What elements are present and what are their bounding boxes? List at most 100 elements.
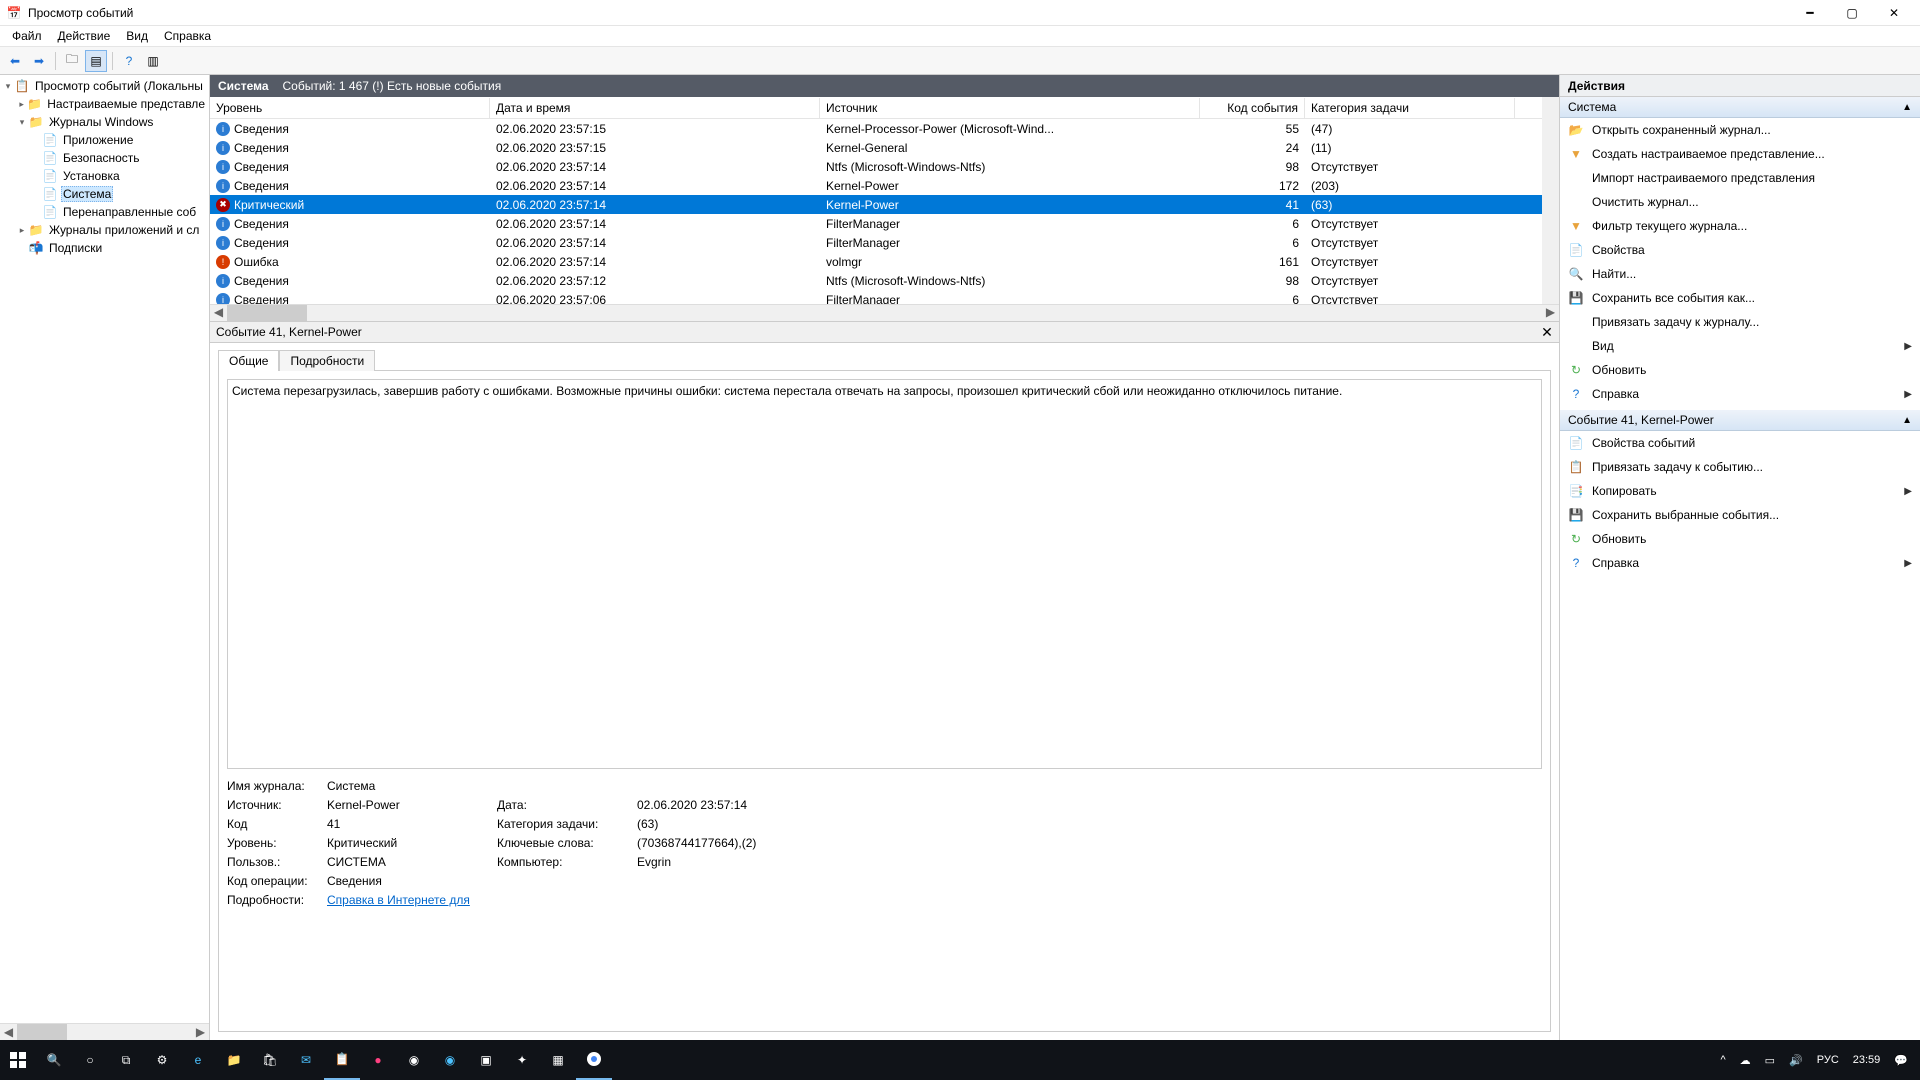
action-item[interactable]: ▼Фильтр текущего журнала... [1560, 214, 1920, 238]
show-tree-button[interactable]: 🗀 [61, 50, 83, 72]
tree-forwarded[interactable]: 📄Перенаправленные соб [2, 203, 207, 221]
table-hscroll[interactable]: ◀▶ [210, 304, 1559, 321]
table-row[interactable]: iСведения02.06.2020 23:57:14Kernel-Power… [210, 176, 1542, 195]
tray-battery[interactable]: ▭ [1759, 1040, 1781, 1080]
expand-icon[interactable]: ▾ [2, 81, 14, 92]
action-item[interactable]: ↻Обновить [1560, 527, 1920, 551]
tree-subscriptions[interactable]: 📬Подписки [2, 239, 207, 257]
tray-notifications[interactable]: 💬 [1888, 1040, 1914, 1080]
tray-volume[interactable]: 🔊 [1783, 1040, 1809, 1080]
action-item[interactable]: Вид▶ [1560, 334, 1920, 358]
tree-windows-logs[interactable]: ▾📁Журналы Windows [2, 113, 207, 131]
action-item[interactable]: 📄Свойства событий [1560, 431, 1920, 455]
action-item[interactable]: 📂Открыть сохраненный журнал... [1560, 118, 1920, 142]
expand-icon[interactable]: ▸ [16, 99, 27, 110]
actions-group-event[interactable]: Событие 41, Kernel-Power▲ [1560, 410, 1920, 431]
tree-security[interactable]: 📄Безопасность [2, 149, 207, 167]
tree-custom-views[interactable]: ▸📁Настраиваемые представле [2, 95, 207, 113]
action-item[interactable]: 🔍Найти... [1560, 262, 1920, 286]
event-rows[interactable]: iСведения02.06.2020 23:57:15Kernel-Proce… [210, 119, 1542, 304]
table-header[interactable]: Уровень Дата и время Источник Код событи… [210, 97, 1542, 119]
action-item[interactable]: 📑Копировать▶ [1560, 479, 1920, 503]
tree-system[interactable]: 📄Система [2, 185, 207, 203]
table-row[interactable]: iСведения02.06.2020 23:57:14FilterManage… [210, 214, 1542, 233]
table-row[interactable]: !Ошибка02.06.2020 23:57:14volmgr161Отсут… [210, 252, 1542, 271]
tray-expand[interactable]: ^ [1714, 1040, 1731, 1080]
taskbar-app[interactable]: ✦ [504, 1040, 540, 1080]
close-button[interactable]: ✕ [1874, 2, 1914, 24]
action-item[interactable]: 📄Свойства [1560, 238, 1920, 262]
tab-details[interactable]: Подробности [279, 350, 375, 371]
menu-file[interactable]: Файл [4, 27, 50, 45]
taskview-button[interactable]: ⧉ [108, 1040, 144, 1080]
taskbar-app[interactable]: ▦ [540, 1040, 576, 1080]
actions-toggle-button[interactable]: ▥ [142, 50, 164, 72]
table-row[interactable]: iСведения02.06.2020 23:57:15Kernel-Gener… [210, 138, 1542, 157]
taskbar-app[interactable]: ◉ [432, 1040, 468, 1080]
tree-application[interactable]: 📄Приложение [2, 131, 207, 149]
table-row[interactable]: iСведения02.06.2020 23:57:14FilterManage… [210, 233, 1542, 252]
search-button[interactable]: 🔍 [36, 1040, 72, 1080]
detail-close-button[interactable]: ✕ [1539, 324, 1555, 340]
tree-setup[interactable]: 📄Установка [2, 167, 207, 185]
forward-button[interactable]: ➡ [28, 50, 50, 72]
action-item[interactable]: Импорт настраиваемого представления [1560, 166, 1920, 190]
taskbar-store[interactable]: 🛍 [252, 1040, 288, 1080]
taskbar-app[interactable]: ⚙ [144, 1040, 180, 1080]
menu-help[interactable]: Справка [156, 27, 219, 45]
col-date[interactable]: Дата и время [490, 98, 820, 118]
taskbar-app[interactable]: ● [360, 1040, 396, 1080]
col-level[interactable]: Уровень [210, 98, 490, 118]
expand-icon[interactable]: ▸ [16, 225, 28, 236]
taskbar-chrome[interactable] [576, 1040, 612, 1080]
action-item[interactable]: 💾Сохранить выбранные события... [1560, 503, 1920, 527]
tab-general[interactable]: Общие [218, 350, 279, 371]
taskbar-explorer[interactable]: 📁 [216, 1040, 252, 1080]
maximize-button[interactable]: ▢ [1832, 2, 1872, 24]
table-row[interactable]: ✖Критический02.06.2020 23:57:14Kernel-Po… [210, 195, 1542, 214]
tree-root[interactable]: ▾📋Просмотр событий (Локальны [2, 77, 207, 95]
taskbar-edge[interactable]: e [180, 1040, 216, 1080]
show-preview-button[interactable]: ▤ [85, 50, 107, 72]
submenu-arrow-icon: ▶ [1904, 389, 1912, 400]
taskbar-eventviewer[interactable]: 📋 [324, 1040, 360, 1080]
tray-clock[interactable]: 23:59 [1847, 1040, 1887, 1080]
menu-view[interactable]: Вид [118, 27, 156, 45]
tree-hscroll[interactable]: ◀▶ [0, 1023, 209, 1040]
action-item[interactable]: 💾Сохранить все события как... [1560, 286, 1920, 310]
tray-onedrive[interactable]: ☁ [1734, 1040, 1757, 1080]
action-item[interactable]: ▼Создать настраиваемое представление... [1560, 142, 1920, 166]
action-item[interactable]: Привязать задачу к журналу... [1560, 310, 1920, 334]
actions-group-system[interactable]: Система▲ [1560, 97, 1920, 118]
tree-app-services[interactable]: ▸📁Журналы приложений и сл [2, 221, 207, 239]
back-button[interactable]: ⬅ [4, 50, 26, 72]
center-header: Система Событий: 1 467 (!) Есть новые со… [210, 75, 1559, 97]
table-vscroll[interactable] [1542, 97, 1559, 304]
taskbar-app[interactable]: ▣ [468, 1040, 504, 1080]
tray-language[interactable]: РУС [1811, 1040, 1845, 1080]
action-item[interactable]: Очистить журнал... [1560, 190, 1920, 214]
col-source[interactable]: Источник [820, 98, 1200, 118]
col-category[interactable]: Категория задачи [1305, 98, 1515, 118]
table-row[interactable]: iСведения02.06.2020 23:57:06FilterManage… [210, 290, 1542, 304]
online-help-link[interactable]: Справка в Интернете для [327, 893, 487, 907]
action-item[interactable]: 📋Привязать задачу к событию... [1560, 455, 1920, 479]
collapse-icon[interactable]: ▲ [1902, 415, 1912, 426]
action-item[interactable]: ?Справка▶ [1560, 551, 1920, 575]
taskbar-mail[interactable]: ✉ [288, 1040, 324, 1080]
table-row[interactable]: iСведения02.06.2020 23:57:14Ntfs (Micros… [210, 157, 1542, 176]
expand-icon[interactable]: ▾ [16, 117, 28, 128]
table-row[interactable]: iСведения02.06.2020 23:57:12Ntfs (Micros… [210, 271, 1542, 290]
col-eventid[interactable]: Код события [1200, 98, 1305, 118]
event-properties: Имя журнала:Система Источник:Kernel-Powe… [227, 779, 1542, 907]
minimize-button[interactable]: ━ [1790, 2, 1830, 24]
collapse-icon[interactable]: ▲ [1902, 102, 1912, 113]
table-row[interactable]: iСведения02.06.2020 23:57:15Kernel-Proce… [210, 119, 1542, 138]
action-item[interactable]: ?Справка▶ [1560, 382, 1920, 406]
start-button[interactable] [0, 1040, 36, 1080]
help-button[interactable]: ? [118, 50, 140, 72]
menu-action[interactable]: Действие [50, 27, 119, 45]
cortana-button[interactable]: ○ [72, 1040, 108, 1080]
taskbar-steam[interactable]: ◉ [396, 1040, 432, 1080]
action-item[interactable]: ↻Обновить [1560, 358, 1920, 382]
